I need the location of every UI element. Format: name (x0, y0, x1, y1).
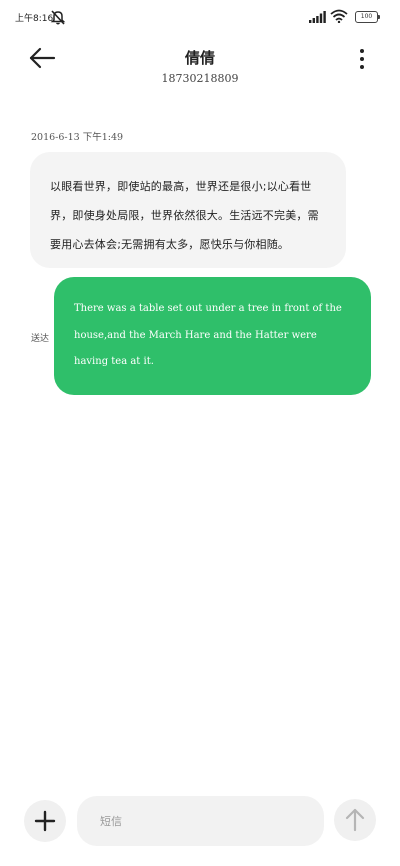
contact-number: 18730218809 (161, 72, 239, 85)
wifi-icon (330, 9, 348, 23)
message-timestamp: 2016-6-13 下午1:49 (31, 132, 124, 143)
outgoing-message-bubble[interactable]: There was a table set out under a tree i… (54, 277, 371, 395)
arrow-up-icon (345, 808, 365, 832)
add-attachment-button[interactable] (24, 800, 66, 842)
message-input[interactable] (77, 796, 324, 846)
battery-level: 100 (355, 11, 378, 23)
incoming-message-bubble[interactable]: 以眼看世界，即使站的最高，世界还是很小;以心看世界，即使身处局限，世界依然很大。… (30, 152, 346, 268)
battery-icon: 100 (355, 11, 381, 23)
plus-icon (34, 810, 56, 832)
send-button[interactable] (334, 799, 376, 841)
bell-off-icon (50, 10, 66, 25)
delivery-status: 送达 (31, 334, 50, 344)
signal-icon (309, 11, 326, 23)
contact-name: 倩倩 (184, 49, 215, 67)
status-bar: 上午8:16 100 (0, 0, 400, 36)
status-time: 上午8:16 (15, 14, 54, 24)
more-vertical-icon[interactable] (350, 46, 374, 72)
conversation-header: 倩倩 18730218809 (0, 36, 400, 96)
